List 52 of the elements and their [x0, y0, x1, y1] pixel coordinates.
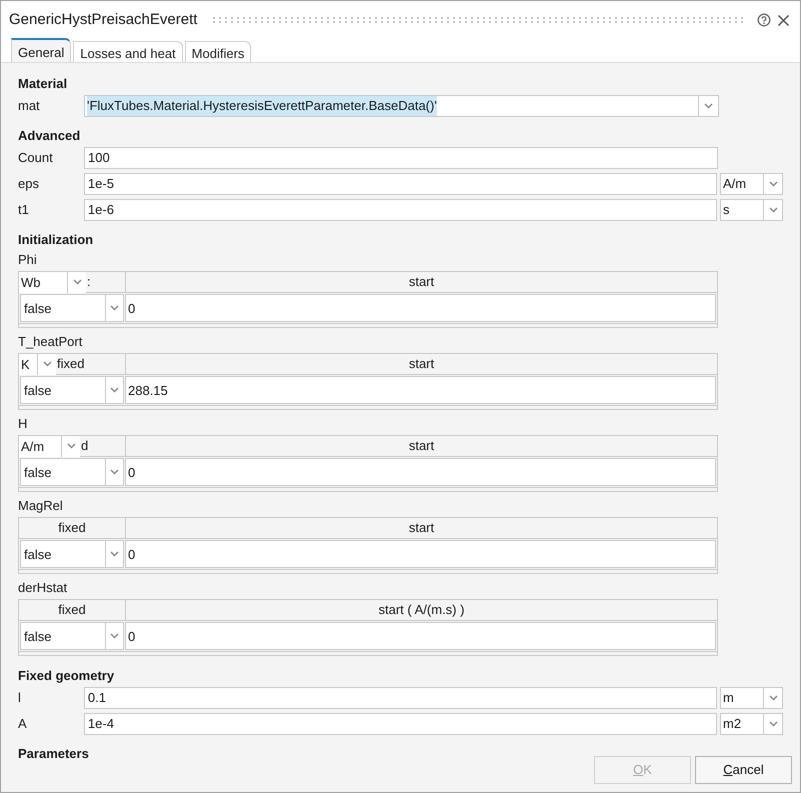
- column-header: start: [408, 437, 434, 456]
- parameter-label: MagRel: [18, 497, 64, 515]
- section-heading: Material: [18, 75, 68, 93]
- parameter-label: Phi: [18, 251, 38, 269]
- input-field[interactable]: 1e-4: [84, 713, 717, 735]
- section-heading: Parameters: [18, 745, 90, 763]
- unit-selector[interactable]: A/m: [720, 173, 764, 195]
- dialog-title: GenericHystPreisachEverett: [9, 10, 198, 30]
- input-field[interactable]: 0: [125, 458, 716, 486]
- column-header: start ( A/(m.s) ): [378, 601, 464, 620]
- input-field[interactable]: 288.15: [125, 376, 716, 404]
- close-icon[interactable]: [777, 14, 790, 26]
- field-value: 'FluxTubes.Material.HysteresisEverettParameter.BaseData()': [87, 96, 437, 116]
- tab[interactable]: General: [11, 38, 72, 62]
- input-field[interactable]: 0: [125, 294, 716, 322]
- field-label: l: [18, 689, 22, 708]
- input-field[interactable]: 0: [125, 622, 716, 650]
- unit-selector[interactable]: A/m: [19, 436, 61, 456]
- column-header: fixed: [57, 601, 87, 620]
- input-field[interactable]: 0: [125, 540, 716, 568]
- parameter-label: H: [18, 415, 28, 433]
- help-icon[interactable]: [757, 13, 771, 27]
- tab[interactable]: Modifiers: [184, 41, 252, 62]
- section-heading: Initialization: [18, 231, 94, 249]
- field-label: t1: [18, 201, 30, 220]
- unit-selector[interactable]: m: [720, 687, 764, 709]
- unit-selector[interactable]: m2: [720, 713, 764, 735]
- column-header: fixed: [57, 519, 87, 538]
- field-label: eps: [18, 175, 40, 194]
- unit-selector[interactable]: K: [19, 354, 37, 374]
- tab[interactable]: Losses and heat: [73, 41, 183, 62]
- input-field[interactable]: 1e-6: [84, 199, 717, 221]
- column-header: fixed: [56, 355, 84, 374]
- column-header: d: [80, 437, 88, 456]
- field-label: Count: [18, 149, 54, 168]
- field-label: A: [18, 715, 28, 734]
- column-header: start: [408, 519, 434, 538]
- unit-selector[interactable]: Wb: [19, 272, 67, 292]
- column-header: start: [408, 273, 434, 292]
- field-label: mat: [18, 97, 41, 116]
- parameter-label: derHstat: [18, 579, 68, 597]
- unit-selector[interactable]: s: [720, 199, 764, 221]
- section-heading: Fixed geometry: [18, 667, 116, 685]
- input-field[interactable]: 0.1: [84, 687, 717, 709]
- section-heading: Advanced: [18, 127, 82, 145]
- column-header: start: [408, 355, 434, 374]
- parameter-label: T_heatPort: [18, 333, 84, 351]
- input-field[interactable]: 100: [84, 147, 718, 169]
- dialog-button[interactable]: Cancel: [695, 756, 792, 784]
- input-field[interactable]: 1e-5: [84, 173, 717, 195]
- combo-box[interactable]: 'FluxTubes.Material.HysteresisEverettParameter.BaseData()': [84, 95, 699, 117]
- column-header: :: [86, 273, 91, 292]
